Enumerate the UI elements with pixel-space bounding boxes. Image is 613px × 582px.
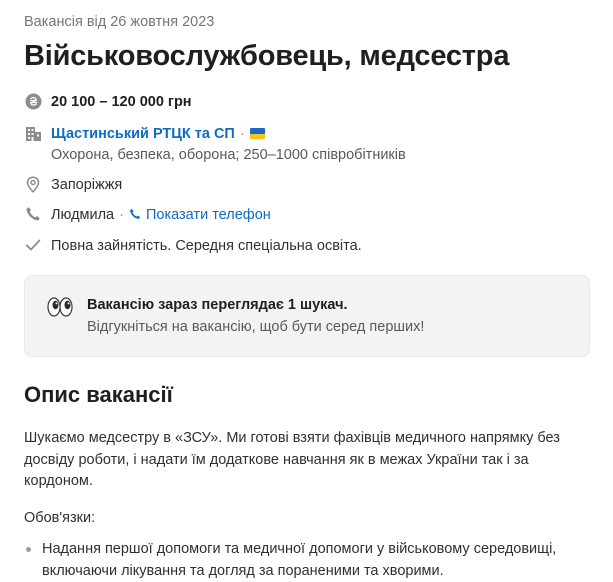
company-separator: · (239, 126, 245, 142)
phone-icon (24, 205, 42, 223)
show-phone-link[interactable]: Показати телефон (129, 207, 271, 223)
checkmark-icon (24, 236, 42, 254)
bullet-dot (26, 547, 31, 552)
salary-row: 20 100 – 120 000 грн (24, 92, 192, 113)
viewers-subtitle: Відгукніться на вакансію, щоб бути серед… (87, 319, 425, 335)
map-pin-icon (24, 175, 42, 193)
company-row: Щастинський РТЦК та СП · Охорона, безпека… (24, 124, 406, 166)
building-icon (24, 124, 42, 142)
contact-row: Людмила · Показати телефон (24, 205, 271, 226)
employment-row: Повна зайнятість. Середня спеціальна осв… (24, 236, 362, 257)
description-heading: Опис вакансії (24, 382, 173, 407)
viewers-notice: Вакансію зараз переглядає 1 шукач. Відгу… (24, 275, 590, 357)
phone-link-icon (129, 207, 146, 223)
show-phone-label: Показати телефон (145, 207, 271, 223)
location-text: Запоріжжя (51, 177, 123, 193)
ukraine-flag-icon (249, 128, 265, 139)
salary-range: 20 100 – 120 000 грн (51, 94, 192, 110)
list-item: Надання першої допомоги та медичної допо… (24, 538, 590, 582)
page-title: Військовослужбовець, медсестра (24, 40, 510, 72)
contact-separator: · (119, 207, 124, 223)
description-intro: Шукаємо медсестру в «ЗСУ». Ми готові взя… (24, 430, 560, 489)
vacancy-date: Вакансія від 26 жовтня 2023 (24, 14, 215, 30)
employment-text: Повна зайнятість. Середня спеціальна осв… (51, 238, 362, 254)
duty-text: Надання першої допомоги та медичної допо… (42, 541, 557, 579)
eyes-icon (47, 296, 73, 318)
company-details: Охорона, безпека, оборона; 250–1000 спів… (51, 147, 406, 163)
hryvnia-coin-icon (24, 92, 42, 110)
contact-name: Людмила (51, 207, 115, 223)
viewers-title: Вакансію зараз переглядає 1 шукач. (87, 297, 348, 313)
duties-heading: Обов'язки: (24, 510, 96, 526)
location-row: Запоріжжя (24, 175, 122, 196)
company-link[interactable]: Щастинський РТЦК та СП (51, 126, 235, 142)
